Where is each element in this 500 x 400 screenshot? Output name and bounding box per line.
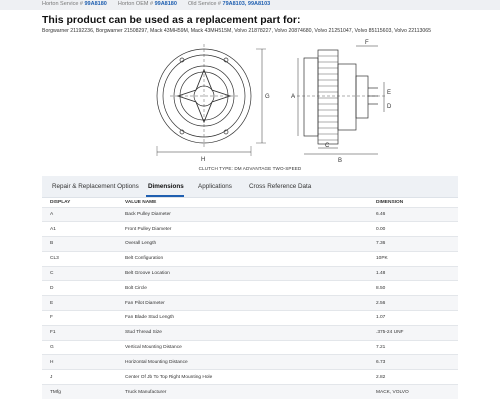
value-name-cell: Center Of Jb To Top Right Mounting Hole (117, 369, 368, 385)
value-name-cell: Truck Manufacturer (117, 384, 368, 400)
display-cell: A (42, 206, 117, 222)
clutch-diagram: H G A B C F E D (156, 40, 392, 164)
value-name-cell: Horizontal Mounting Distance (117, 354, 368, 370)
dimension-cell: 7.21 (368, 339, 458, 355)
dim-label-h: H (201, 157, 205, 163)
old-service-link[interactable]: 79A8103, 99A8103 (223, 1, 271, 7)
dim-label-g: G (265, 94, 270, 100)
table-row: B Overall Length 7.36 (42, 236, 458, 252)
display-cell: H (42, 354, 117, 370)
dimension-cell: 1.07 (368, 310, 458, 326)
horton-oem-label: Horton OEM # (117, 1, 154, 7)
table-row: E Fan Pilot Diameter 2.56 (42, 295, 458, 311)
table-header-row: DISPLAY VALUE NAME DIMENSION (42, 198, 458, 207)
product-tabs: Repair & Replacement Options Dimensions … (42, 176, 458, 198)
dimension-cell: 1.48 (368, 265, 458, 281)
value-name-cell: Fan Blade Stud Length (117, 310, 368, 326)
clutch-drawing: H G A B C F E D CLUTCH TYPE: DM ADVANTAG… (42, 36, 458, 176)
display-cell: F (42, 310, 117, 326)
dimension-cell: 2.56 (368, 295, 458, 311)
dim-label-c: C (325, 143, 330, 149)
dimension-cell: .375-24 UNF (368, 324, 458, 341)
column-header-dimension: DIMENSION (376, 199, 404, 205)
compatible-parts-list: Borgwarner 21192236, Borgwarner 21508297… (42, 28, 432, 34)
value-name-cell: Fan Pilot Diameter (117, 295, 368, 311)
dimensions-table-container: DISPLAY VALUE NAME DIMENSION A Back Pulle… (42, 198, 458, 400)
service-numbers: Horton Service # 99A8180 Horton OEM # 99… (42, 1, 270, 7)
horton-oem-link[interactable]: 99A8180 (155, 1, 177, 7)
dimension-cell: 10PK (368, 250, 458, 267)
dim-label-d: D (387, 104, 392, 110)
active-tab-indicator (146, 195, 184, 197)
value-name-cell: Vertical Mounting Distance (117, 339, 368, 355)
table-row: F Fan Blade Stud Length 1.07 (42, 310, 458, 326)
tab-applications[interactable]: Applications (198, 183, 232, 190)
table-row: H Horizontal Mounting Distance 6.73 (42, 354, 458, 370)
table-row: F1 Stud Thread Size .375-24 UNF (42, 324, 458, 341)
dimension-cell: 7.36 (368, 236, 458, 252)
value-name-cell: Front Pulley Diameter (117, 221, 368, 237)
display-cell: A1 (42, 221, 117, 237)
table-row: G Vertical Mounting Distance 7.21 (42, 339, 458, 355)
dim-label-a: A (291, 94, 295, 100)
column-header-value-name: VALUE NAME (125, 199, 157, 205)
display-cell: D (42, 280, 117, 296)
dim-label-f: F (365, 40, 369, 46)
display-cell: E (42, 295, 117, 311)
value-name-cell: Back Pulley Diameter (117, 206, 368, 222)
tab-repair-replacement-options[interactable]: Repair & Replacement Options (52, 183, 139, 190)
table-row: CL3 Belt Configuration 10PK (42, 250, 458, 267)
dimension-cell: 2.82 (368, 369, 458, 385)
value-name-cell: Belt Groove Location (117, 265, 368, 281)
tab-cross-reference-data[interactable]: Cross Reference Data (249, 183, 311, 190)
dim-label-e: E (387, 90, 391, 96)
display-cell: TMfg (42, 384, 117, 400)
horton-service-label: Horton Service # (42, 1, 83, 7)
display-cell: CL3 (42, 250, 117, 267)
table-row: A Back Pulley Diameter 6.46 (42, 206, 458, 222)
dimension-cell: 6.73 (368, 354, 458, 370)
table-row: J Center Of Jb To Top Right Mounting Hole… (42, 369, 458, 385)
dim-label-b: B (338, 158, 342, 164)
dimension-cell: 6.46 (368, 206, 458, 222)
value-name-cell: Stud Thread Size (117, 324, 368, 341)
old-service-label: Old Service # (187, 1, 221, 7)
display-cell: B (42, 236, 117, 252)
display-cell: F1 (42, 324, 117, 341)
table-row: C Belt Groove Location 1.48 (42, 265, 458, 281)
tab-dimensions[interactable]: Dimensions (148, 183, 184, 190)
display-cell: G (42, 339, 117, 355)
value-name-cell: Belt Configuration (117, 250, 368, 267)
column-header-display: DISPLAY (50, 199, 71, 205)
table-row: A1 Front Pulley Diameter 0.00 (42, 221, 458, 237)
horton-service-link[interactable]: 99A8180 (85, 1, 107, 7)
dimension-cell: 0.00 (368, 221, 458, 237)
table-row: D Bolt Circle 8.50 (42, 280, 458, 296)
dimension-cell: 8.50 (368, 280, 458, 296)
value-name-cell: Overall Length (117, 236, 368, 252)
display-cell: C (42, 265, 117, 281)
table-row: TMfg Truck Manufacturer MACK, VOLVO (42, 384, 458, 400)
display-cell: J (42, 369, 117, 385)
dimensions-table: DISPLAY VALUE NAME DIMENSION A Back Pulle… (42, 198, 458, 400)
dimension-cell: MACK, VOLVO (368, 384, 458, 400)
page-title: This product can be used as a replacemen… (42, 14, 301, 26)
clutch-type-caption: CLUTCH TYPE: DM ADVANTAGE TWO-SPEED (198, 166, 302, 171)
value-name-cell: Bolt Circle (117, 280, 368, 296)
